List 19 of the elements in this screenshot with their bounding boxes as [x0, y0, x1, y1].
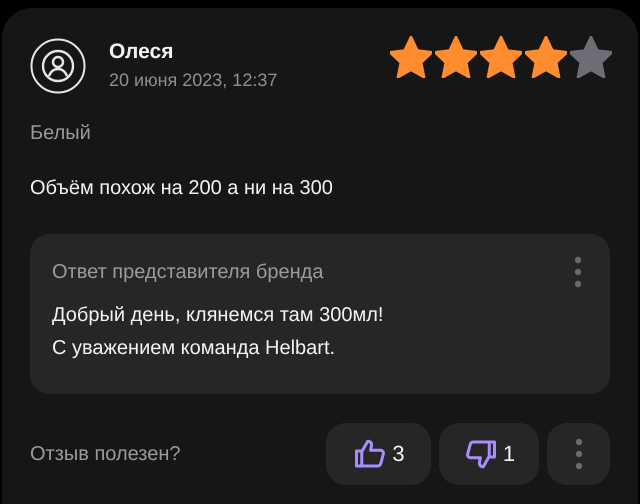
author-name: Олеся — [109, 40, 174, 64]
helpful-question: Отзыв полезен? — [30, 442, 181, 466]
user-avatar-icon — [30, 38, 86, 94]
star-icon — [525, 36, 567, 78]
reply-title: Ответ представителя бренда — [52, 260, 324, 284]
review-date: 20 июня 2023, 12:37 — [109, 70, 278, 91]
reply-text-line: С уважением команда Helbart. — [52, 337, 336, 360]
star-icon — [570, 36, 612, 78]
review-text: Объём похож на 200 а ни на 300 — [30, 177, 334, 200]
dislike-button[interactable]: 1 — [439, 423, 539, 485]
more-icon — [574, 438, 582, 470]
star-icon — [480, 36, 522, 78]
like-button[interactable]: 3 — [326, 423, 431, 485]
more-button[interactable] — [547, 423, 610, 485]
more-icon[interactable] — [574, 256, 582, 288]
star-icon — [390, 36, 432, 78]
star-icon — [435, 36, 477, 78]
reply-text-line: Добрый день, клянемся там 300мл! — [52, 304, 384, 327]
product-variant: Белый — [30, 122, 92, 145]
